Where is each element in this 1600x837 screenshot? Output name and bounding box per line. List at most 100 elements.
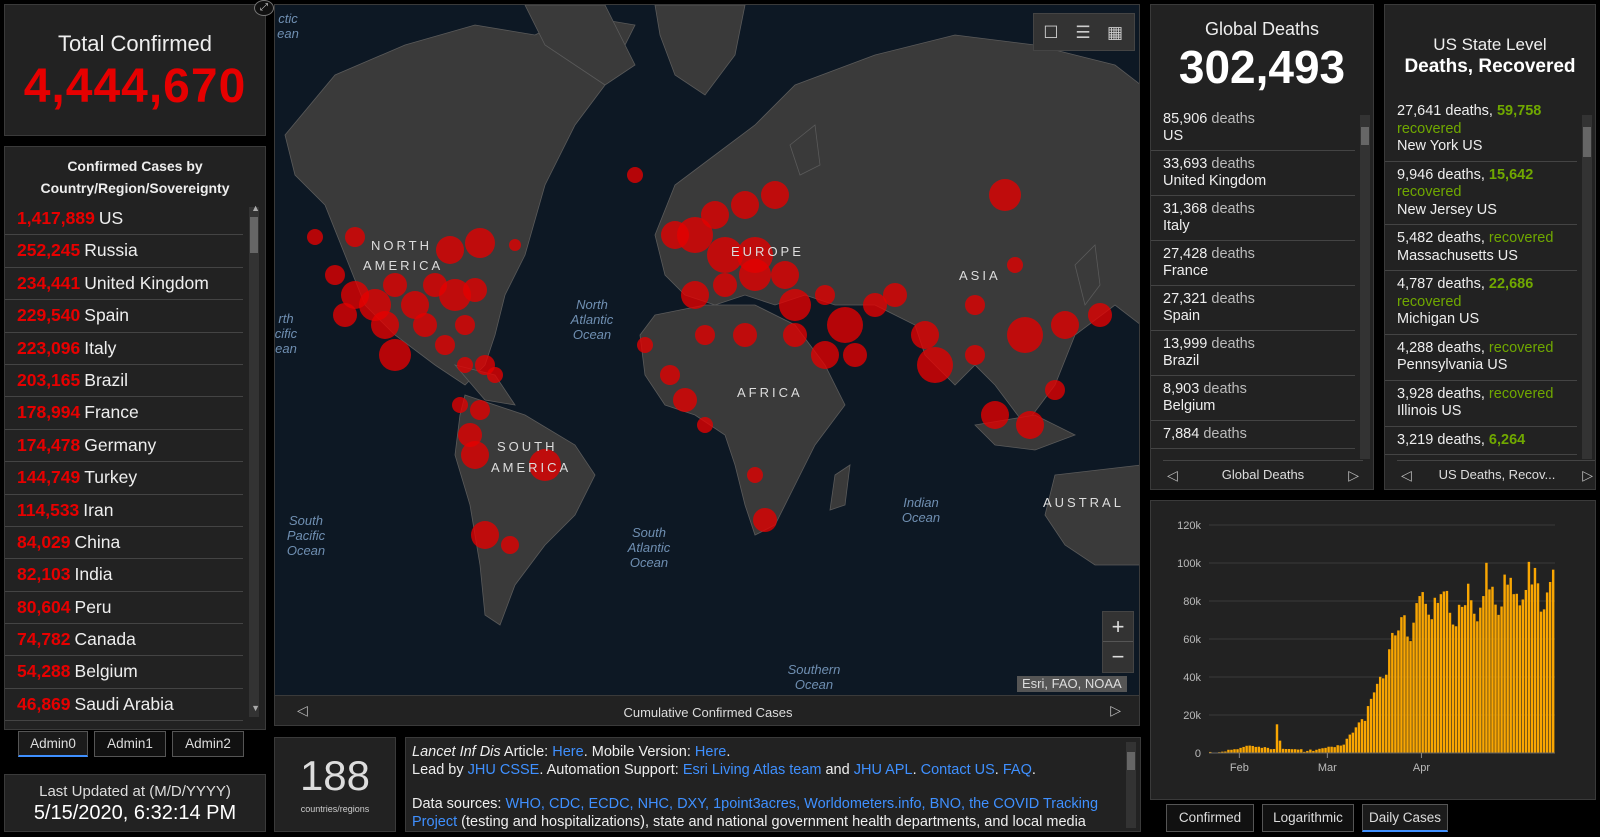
case-bubble[interactable] [753,508,777,532]
daily-cases-bar[interactable] [1239,747,1242,753]
daily-cases-bar[interactable] [1336,745,1339,753]
case-bubble[interactable] [455,315,475,335]
case-bubble[interactable] [695,325,715,345]
country-row[interactable]: 74,782 Canada [5,624,243,657]
expand-icon[interactable]: ⤢ [254,0,274,16]
tab-admin2[interactable]: Admin2 [172,731,244,757]
daily-cases-bar[interactable] [1476,621,1479,753]
contact-link[interactable]: Contact US [921,762,995,778]
daily-cases-bar[interactable] [1284,749,1288,753]
basemap-gallery-icon[interactable]: ▦ [1102,20,1128,46]
daily-cases-bar[interactable] [1509,577,1512,753]
daily-cases-bar[interactable] [1339,745,1342,753]
death-row[interactable]: 85,906 deaths US [1151,106,1355,151]
country-row[interactable]: 54,288 Belgium [5,656,243,689]
daily-cases-bar[interactable] [1366,706,1370,753]
daily-cases-bar[interactable] [1470,600,1473,753]
daily-cases-bar[interactable] [1248,745,1251,753]
article-link[interactable]: Here [552,744,583,760]
daily-cases-bar[interactable] [1242,746,1245,753]
daily-cases-bar[interactable] [1442,591,1446,754]
case-bubble[interactable] [1088,303,1112,327]
daily-cases-bar[interactable] [1530,584,1534,753]
daily-cases-bar[interactable] [1445,590,1449,753]
case-bubble[interactable] [771,261,799,289]
us-state-row[interactable]: 4,288 deaths, recovered Pennsylvania US [1385,335,1577,381]
case-bubble[interactable] [325,265,345,285]
country-row[interactable]: 229,540 Spain [5,300,243,333]
next-arrow-icon[interactable]: ▷ [1582,467,1593,484]
daily-cases-bar[interactable] [1548,582,1552,753]
us-state-list[interactable]: 27,641 deaths, 59,758 recovered New York U… [1385,98,1577,455]
daily-cases-bar[interactable] [1281,748,1285,753]
case-bubble[interactable] [863,293,887,317]
daily-cases-bar[interactable] [1382,678,1385,753]
daily-cases-bar[interactable] [1433,597,1437,753]
daily-cases-bar[interactable] [1236,749,1239,753]
global-deaths-scroll-thumb[interactable] [1361,127,1369,145]
daily-cases-bar[interactable] [1233,749,1236,753]
country-row[interactable]: 252,245 Russia [5,235,243,268]
country-row[interactable]: 223,096 Italy [5,333,243,365]
daily-cases-bar[interactable] [1485,562,1488,753]
project-link[interactable]: Project [412,814,457,830]
daily-cases-bar[interactable] [1488,589,1491,753]
country-row[interactable]: 178,994 France [5,397,243,430]
case-bubble[interactable] [843,343,867,367]
country-row[interactable]: 174,478 Germany [5,430,243,463]
case-bubble[interactable] [307,229,323,245]
world-map[interactable]: NORTH AMERICA EUROPE ASIA AFRICA SOUTH A… [274,4,1140,726]
case-bubble[interactable] [461,441,489,469]
map-canvas[interactable] [275,5,1140,695]
death-row[interactable]: 27,428 deaths France [1151,241,1355,286]
daily-cases-bar[interactable] [1388,649,1391,753]
daily-cases-bar[interactable] [1251,745,1254,753]
tab-admin1[interactable]: Admin1 [94,731,166,757]
daily-cases-bar[interactable] [1536,583,1540,753]
case-bubble[interactable] [1045,380,1065,400]
us-state-row[interactable]: 3,219 deaths, 6,264 [1385,427,1577,455]
daily-cases-bar[interactable] [1272,749,1276,753]
next-arrow-icon[interactable]: ▷ [1348,467,1359,484]
daily-cases-bar[interactable] [1451,624,1455,753]
zoom-in-button[interactable]: + [1103,612,1133,642]
case-bubble[interactable] [452,397,468,413]
tab-logarithmic[interactable]: Logarithmic [1262,804,1354,832]
country-list[interactable]: 1,417,889 US 252,245 Russia 234,441 United Ki… [5,203,265,722]
case-bubble[interactable] [509,239,521,251]
daily-cases-bar[interactable] [1348,734,1352,753]
daily-cases-bar[interactable] [1527,561,1531,753]
daily-cases-bar[interactable] [1397,630,1400,753]
us-state-row[interactable]: 27,641 deaths, 59,758 recovered New York U… [1385,98,1577,162]
case-bubble[interactable] [379,339,411,371]
daily-cases-chart[interactable]: 0 20k 40k 60k 80k 100k 120k Feb Mar Apr [1151,501,1597,801]
daily-cases-bar[interactable] [1409,641,1412,753]
case-bubble[interactable] [383,273,407,297]
daily-cases-bar[interactable] [1479,607,1482,753]
scroll-up-icon[interactable]: ▲ [251,203,260,213]
daily-cases-bar[interactable] [1497,614,1500,753]
daily-cases-bar[interactable] [1466,583,1470,753]
case-bubble[interactable] [465,228,495,258]
case-bubble[interactable] [783,323,807,347]
mobile-link[interactable]: Here [695,744,726,760]
country-row[interactable]: 203,165 Brazil [5,365,243,398]
daily-cases-bar[interactable] [1491,586,1494,753]
daily-cases-bar[interactable] [1363,720,1367,753]
country-row[interactable]: 82,103 India [5,559,243,592]
daily-cases-bar[interactable] [1391,632,1394,753]
daily-cases-bar[interactable] [1351,732,1355,753]
daily-cases-bar[interactable] [1439,594,1443,753]
country-row[interactable]: 1,417,889 US [5,203,243,236]
daily-cases-bar[interactable] [1524,589,1528,753]
case-bubble[interactable] [1051,311,1079,339]
country-scroll-thumb[interactable] [250,217,258,253]
daily-cases-bar[interactable] [1275,724,1279,753]
daily-cases-bar[interactable] [1327,746,1330,753]
us-scroll-thumb[interactable] [1583,127,1591,157]
case-bubble[interactable] [731,191,759,219]
daily-cases-bar[interactable] [1318,748,1321,753]
daily-cases-bar[interactable] [1539,611,1543,753]
daily-cases-bar[interactable] [1427,614,1430,753]
daily-cases-bar[interactable] [1482,596,1485,753]
